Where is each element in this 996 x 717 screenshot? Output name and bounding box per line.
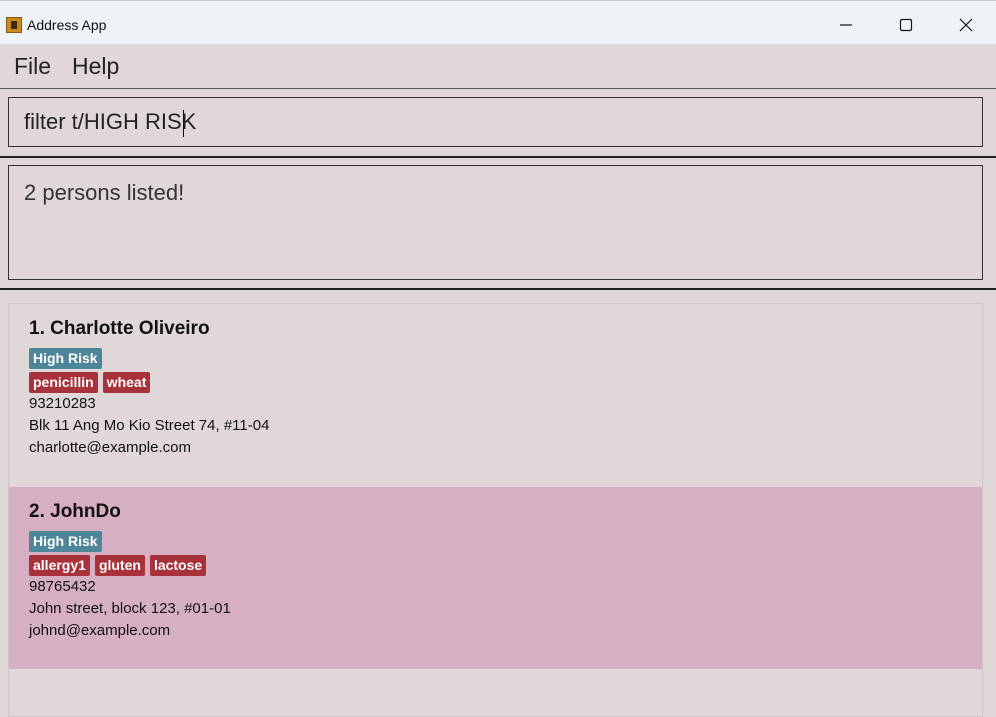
person-email: charlotte@example.com [29, 439, 191, 456]
text-caret [183, 110, 184, 137]
minimize-button[interactable] [823, 11, 869, 39]
command-input[interactable] [9, 98, 982, 146]
close-button[interactable] [943, 11, 989, 39]
divider [0, 288, 996, 290]
result-display: 2 persons listed! [8, 165, 983, 280]
person-address: John street, block 123, #01-01 [29, 600, 231, 617]
person-phone: 98765432 [29, 578, 96, 595]
allergy-tag: wheat [102, 372, 151, 393]
allergy-tag: lactose [149, 555, 207, 576]
menu-bar: File Help [0, 44, 996, 88]
allergy-tag: gluten [94, 555, 145, 576]
risk-tag: High Risk [29, 348, 102, 369]
maximize-icon [899, 18, 913, 32]
divider [0, 156, 996, 158]
menu-file[interactable]: File [14, 53, 51, 80]
menu-help[interactable]: Help [72, 53, 119, 80]
allergy-tag: penicillin [29, 372, 98, 393]
person-email: johnd@example.com [29, 622, 171, 639]
person-name: 1. Charlotte Oliveiro [29, 318, 210, 339]
person-list[interactable]: 1. Charlotte Oliveiro High Risk penicill… [8, 303, 983, 717]
maximize-button[interactable] [883, 11, 929, 39]
result-message: 2 persons listed! [24, 180, 185, 205]
person-card[interactable]: 1. Charlotte Oliveiro High Risk penicill… [9, 304, 982, 486]
person-address: Blk 11 Ang Mo Kio Street 74, #11-04 [29, 417, 270, 434]
close-icon [959, 18, 973, 32]
window-title: Address App [27, 17, 107, 33]
title-bar: Address App [0, 0, 996, 44]
person-name: 2. JohnDo [29, 501, 121, 522]
risk-tag: High Risk [29, 531, 102, 552]
divider [0, 88, 996, 89]
minimize-icon [840, 24, 852, 26]
address-app-icon [6, 17, 22, 33]
person-phone: 93210283 [29, 395, 96, 412]
command-box[interactable] [8, 97, 983, 147]
person-card-selected[interactable]: 2. JohnDo High Risk allergy1 gluten lact… [9, 487, 982, 669]
allergy-tag: allergy1 [29, 555, 90, 576]
